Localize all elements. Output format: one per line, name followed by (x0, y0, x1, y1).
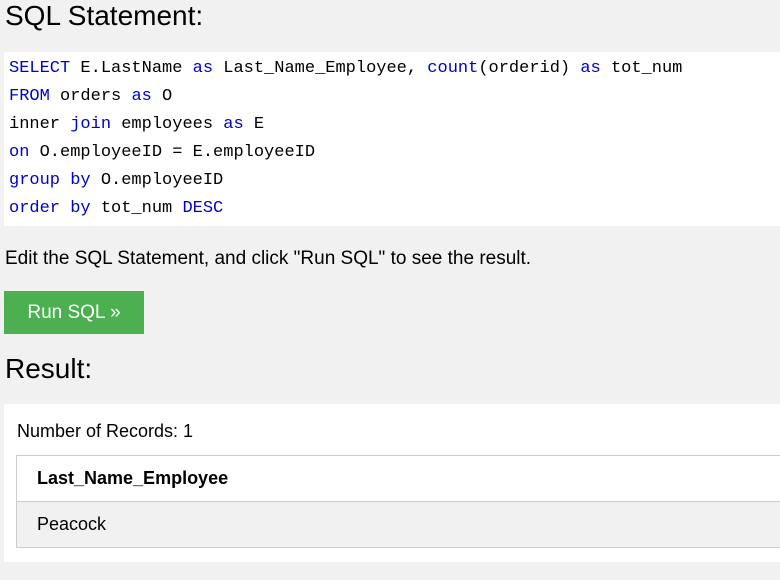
sql-line[interactable]: order by tot_num DESC (9, 195, 780, 223)
sql-keyword: DESC (182, 199, 224, 218)
sql-keyword: as (580, 59, 601, 78)
instruction-text: Edit the SQL Statement, and click "Run S… (5, 248, 532, 269)
sql-keyword: on (9, 143, 30, 162)
table-header-row: Last_Name_Employee (16, 455, 780, 502)
sql-text: orders (49, 87, 132, 106)
run-sql-button[interactable]: Run SQL » (4, 291, 144, 334)
sql-line[interactable]: group by O.employeeID (9, 167, 780, 195)
sql-editor[interactable]: SELECT E.LastName as Last_Name_Employee,… (4, 52, 780, 226)
sql-keyword: order by (9, 199, 91, 218)
result-panel: Number of Records: 1 Last_Name_Employee … (4, 404, 780, 562)
sql-text: E.LastName (70, 59, 193, 78)
sql-text: O.employeeID = E.employeeID (29, 143, 316, 162)
sql-keyword: as (192, 59, 214, 78)
sql-text: Last_Name_Employee, (213, 59, 428, 78)
table-row: Peacock (16, 501, 780, 548)
sql-text: O.employeeID (90, 171, 224, 190)
sql-line[interactable]: on O.employeeID = E.employeeID (9, 139, 780, 167)
sql-keyword: count (427, 59, 479, 78)
sql-keyword: as (223, 115, 244, 134)
column-header-last-name-employee: Last_Name_Employee (16, 455, 780, 502)
sql-line[interactable]: FROM orders as O (9, 83, 780, 111)
sql-text: inner (9, 115, 71, 134)
sql-text: tot_num (90, 199, 183, 218)
sql-text: tot_num (600, 59, 683, 78)
table-cell: Peacock (16, 501, 780, 548)
sql-text: E (243, 115, 265, 134)
record-count: Number of Records: 1 (17, 421, 194, 441)
sql-keyword: FROM (9, 87, 50, 106)
sql-statement-heading: SQL Statement: (5, 0, 204, 31)
result-heading: Result: (5, 353, 93, 384)
sql-keyword: join (70, 115, 112, 134)
sql-text: O (151, 87, 173, 106)
sql-text: (orderid) (478, 59, 581, 78)
sql-line[interactable]: inner join employees as E (9, 111, 780, 139)
sql-keyword: as (131, 87, 152, 106)
sql-text: employees (111, 115, 224, 134)
sql-line[interactable]: SELECT E.LastName as Last_Name_Employee,… (9, 55, 780, 83)
sql-keyword: group by (9, 171, 91, 190)
sql-keyword: SELECT (9, 59, 71, 78)
result-table: Last_Name_Employee Peacock (16, 455, 780, 548)
